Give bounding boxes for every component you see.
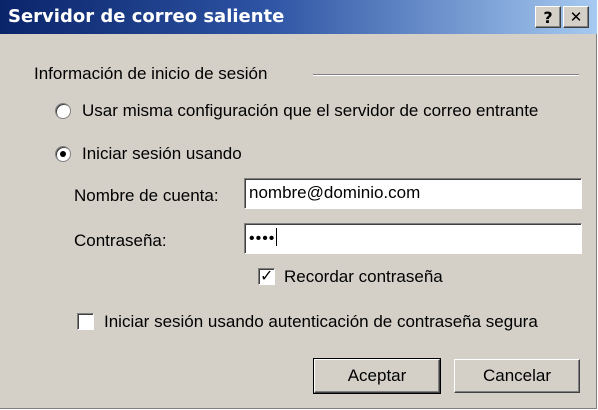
- login-using-radio[interactable]: [55, 146, 71, 162]
- close-icon: ✕: [569, 8, 583, 26]
- same-config-radio[interactable]: [55, 103, 71, 119]
- text-caret: [276, 228, 278, 246]
- group-divider: [313, 74, 579, 76]
- password-value: ••••: [249, 230, 276, 247]
- outgoing-server-dialog: Servidor de correo saliente ? ✕ Informac…: [0, 0, 597, 409]
- accept-button[interactable]: Aceptar: [313, 358, 441, 394]
- help-button[interactable]: ?: [535, 6, 561, 28]
- secure-auth-checkbox[interactable]: [77, 313, 94, 330]
- help-icon: ?: [543, 7, 553, 27]
- title-bar: Servidor de correo saliente ? ✕: [0, 0, 597, 34]
- checkmark-icon: ✓: [260, 266, 274, 285]
- password-input[interactable]: ••••: [244, 223, 582, 254]
- account-name-value: nombre@dominio.com: [249, 183, 421, 202]
- window-title: Servidor de correo saliente: [8, 6, 285, 27]
- remember-password-checkbox[interactable]: ✓: [258, 266, 275, 285]
- login-using-label[interactable]: Iniciar sesión usando: [82, 144, 242, 164]
- close-button[interactable]: ✕: [563, 6, 589, 28]
- account-name-label: Nombre de cuenta:: [74, 186, 219, 205]
- secure-auth-label[interactable]: Iniciar sesión usando autenticación de c…: [104, 312, 538, 332]
- remember-password-label[interactable]: Recordar contraseña: [284, 267, 443, 287]
- cancel-button-label: Cancelar: [482, 366, 552, 385]
- same-config-label[interactable]: Usar misma configuración que el servidor…: [82, 101, 538, 121]
- account-name-input[interactable]: nombre@dominio.com: [244, 178, 582, 209]
- accept-button-label: Aceptar: [347, 366, 407, 385]
- cancel-button[interactable]: Cancelar: [454, 359, 580, 393]
- login-info-group-label: Información de inicio de sesión: [34, 64, 268, 83]
- password-label: Contraseña:: [74, 231, 167, 250]
